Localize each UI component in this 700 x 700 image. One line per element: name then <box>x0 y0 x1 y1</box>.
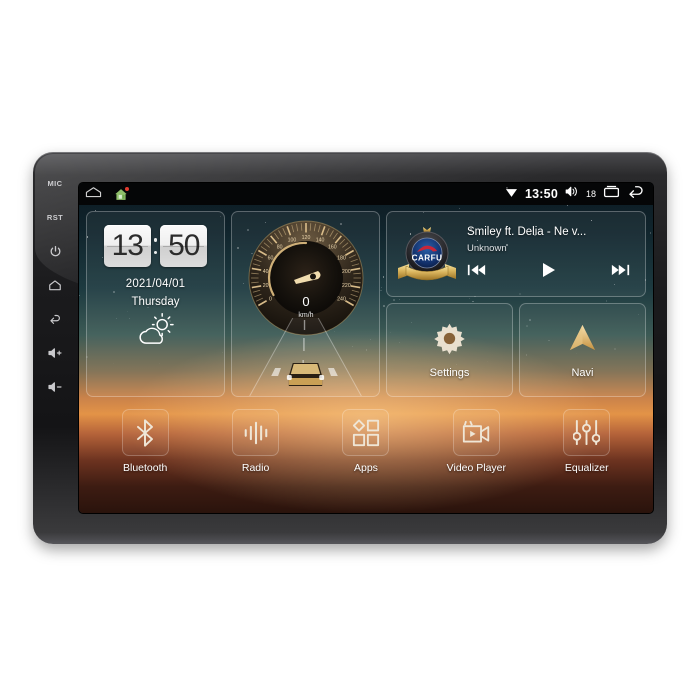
app-dock: Bluetooth Radio Apps Video Player Equali… <box>86 403 646 513</box>
flip-clock: 13 50 <box>103 225 208 267</box>
hardware-key-column: MIC RST <box>33 152 77 544</box>
dock-item-apps[interactable]: Apps <box>326 409 406 474</box>
wifi-signal-icon <box>505 185 518 203</box>
power-key[interactable] <box>44 244 66 258</box>
carfu-emblem-icon: CARFU <box>396 223 458 285</box>
status-time: 13:50 <box>525 187 558 201</box>
status-bar: 13:50 18 <box>79 183 653 205</box>
dock-item-bluetooth[interactable]: Bluetooth <box>105 409 185 474</box>
clock-widget[interactable]: 13 50 2021/04/01 Thursday <box>86 211 225 397</box>
dock-label-apps: Apps <box>354 462 378 474</box>
track-info: Smiley ft. Delia - Ne v... Unknown <box>467 226 636 283</box>
back-key[interactable] <box>44 312 66 326</box>
clock-hours: 13 <box>103 225 151 267</box>
speedometer-widget[interactable]: 0 20 40 60 80 100 120 140 160 180 200 220 240 0 km/h <box>231 211 380 397</box>
right-widget-column: CARFU Smiley ft. Delia - Ne v... Unknown <box>386 211 646 397</box>
svg-text:CARFU: CARFU <box>412 254 443 263</box>
svg-text:20: 20 <box>262 283 268 289</box>
dock-item-radio[interactable]: Radio <box>216 409 296 474</box>
track-artist: Unknown <box>467 242 507 254</box>
svg-text:40: 40 <box>262 269 268 275</box>
svg-text:60: 60 <box>267 255 273 261</box>
partly-cloudy-icon <box>134 313 178 352</box>
gear-icon <box>433 322 466 360</box>
svg-text:180: 180 <box>337 255 346 261</box>
svg-text:120: 120 <box>301 235 310 241</box>
play-icon[interactable] <box>541 262 556 283</box>
bluetooth-icon[interactable] <box>121 409 169 456</box>
shortcut-tile-row: Settings Navi <box>386 303 646 397</box>
dock-item-equalizer[interactable]: Equalizer <box>547 409 627 474</box>
back-arrow-icon[interactable] <box>627 185 645 204</box>
skip-previous-icon[interactable] <box>467 263 486 282</box>
equalizer-sliders-icon[interactable] <box>563 409 611 456</box>
music-player-widget[interactable]: CARFU Smiley ft. Delia - Ne v... Unknown <box>386 211 646 297</box>
mic-key[interactable]: MIC <box>44 176 66 190</box>
notification-dot <box>125 186 129 191</box>
widget-row: 13 50 2021/04/01 Thursday 0 20 40 60 80 … <box>86 211 646 397</box>
settings-tile[interactable]: Settings <box>386 303 513 397</box>
home-key[interactable] <box>44 278 66 292</box>
home-screen-content: 13 50 2021/04/01 Thursday 0 20 40 60 80 … <box>79 205 653 513</box>
navi-tile[interactable]: Navi <box>519 303 646 397</box>
home-outline-icon[interactable] <box>85 185 102 203</box>
house-badge-icon[interactable] <box>114 186 129 201</box>
radio-waveform-icon[interactable] <box>232 409 280 456</box>
media-controls <box>467 262 636 283</box>
svg-text:0: 0 <box>269 296 272 302</box>
clock-date: 2021/04/01 <box>125 278 186 290</box>
skip-next-icon[interactable] <box>611 263 630 282</box>
svg-text:240: 240 <box>337 296 346 302</box>
svg-text:140: 140 <box>315 237 324 243</box>
svg-text:80: 80 <box>276 244 282 250</box>
navigation-arrow-icon <box>566 322 599 360</box>
reset-key[interactable]: RST <box>44 210 66 224</box>
svg-text:200: 200 <box>342 269 351 275</box>
svg-text:220: 220 <box>342 283 351 289</box>
dock-item-video-player[interactable]: Video Player <box>436 409 516 474</box>
dock-label-video-player: Video Player <box>446 462 507 474</box>
navi-tile-label: Navi <box>571 366 594 379</box>
svg-text:160: 160 <box>328 244 337 250</box>
touchscreen[interactable]: 13:50 18 13 50 2021/04/01 Thursday 0 20 … <box>79 183 653 513</box>
volume-icon[interactable] <box>565 185 579 203</box>
recent-apps-icon[interactable] <box>603 185 620 203</box>
volume-level: 18 <box>585 189 596 199</box>
apps-grid-icon[interactable] <box>342 409 390 456</box>
car-on-road-icon <box>249 318 362 396</box>
dock-label-radio: Radio <box>241 462 270 474</box>
volume-up-key[interactable] <box>44 346 66 360</box>
settings-tile-label: Settings <box>429 366 470 379</box>
svg-text:100: 100 <box>287 237 296 243</box>
volume-down-key[interactable] <box>44 380 66 394</box>
track-title: Smiley ft. Delia - Ne v... <box>467 225 587 238</box>
clock-weekday: Thursday <box>131 296 180 308</box>
dock-label-equalizer: Equalizer <box>564 462 609 474</box>
speed-value: 0 <box>302 294 309 309</box>
clock-minutes: 50 <box>160 225 208 267</box>
clock-colon <box>153 238 158 254</box>
head-unit-device: MIC RST 13:50 18 13 50 2021/04/01 Thursd… <box>33 152 667 544</box>
dock-label-bluetooth: Bluetooth <box>123 462 168 474</box>
video-camera-icon[interactable] <box>452 409 500 456</box>
